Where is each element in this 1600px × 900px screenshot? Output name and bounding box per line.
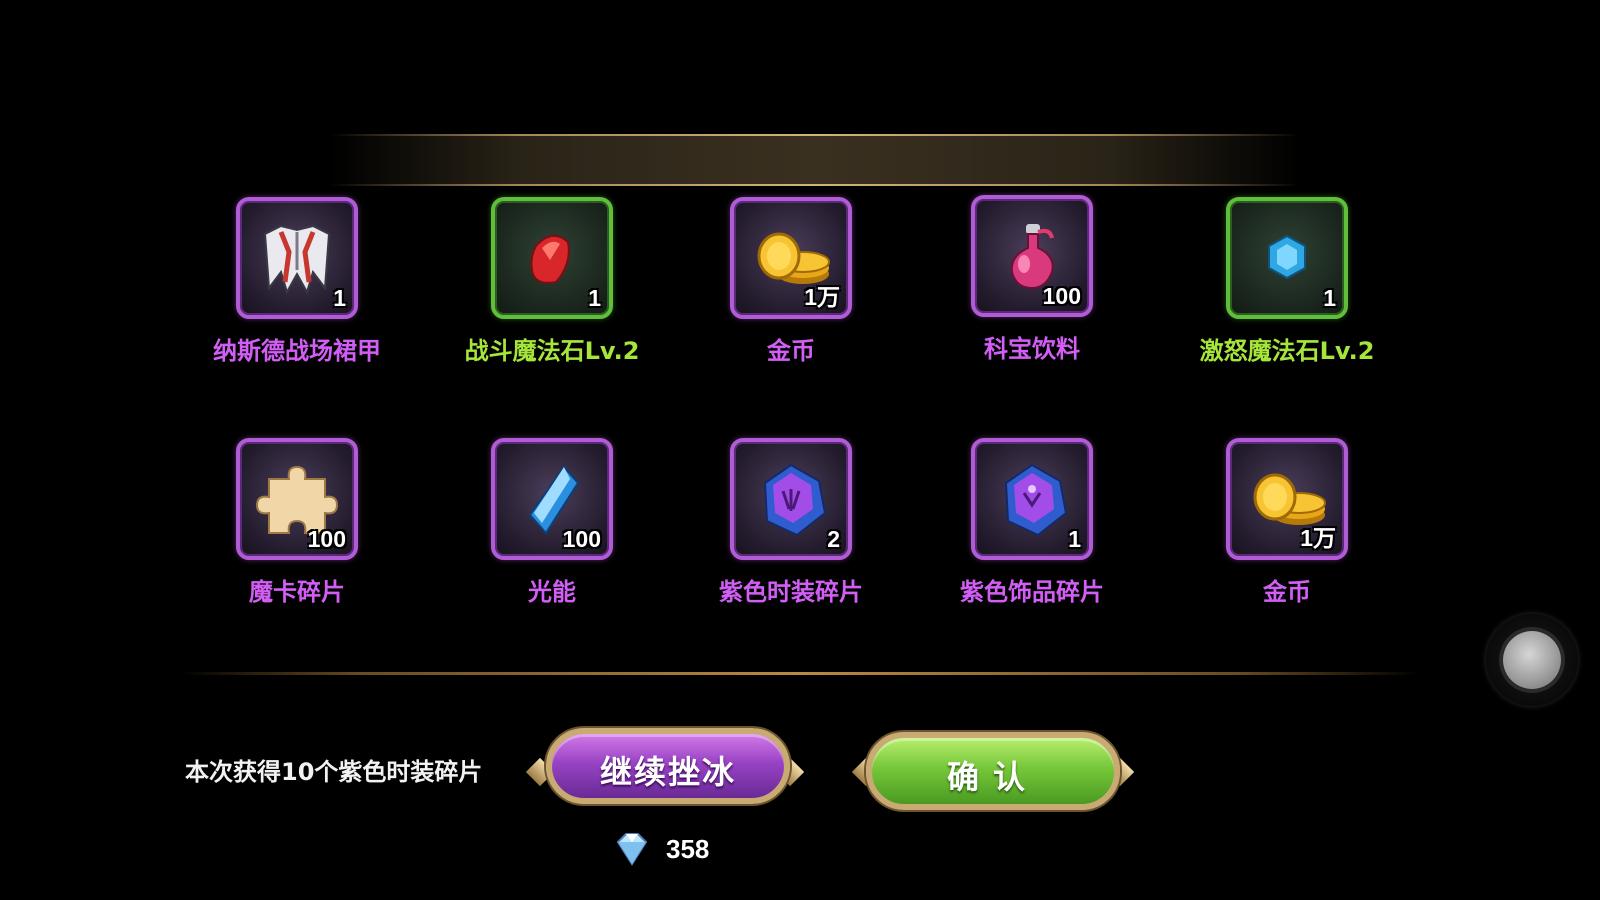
item-quantity: 1万: [1300, 525, 1336, 551]
reward-item[interactable]: 2 紫色时装碎片: [671, 438, 911, 607]
item-name: 魔卡碎片: [249, 578, 345, 606]
item-frame[interactable]: 1: [971, 438, 1093, 560]
item-frame[interactable]: 1: [236, 197, 358, 319]
reward-item[interactable]: 1 紫色饰品碎片: [912, 438, 1152, 607]
item-frame[interactable]: 1万: [1226, 438, 1348, 560]
item-quantity: 1万: [804, 284, 840, 310]
item-name: 金币: [1263, 578, 1311, 606]
item-frame[interactable]: 1: [1226, 197, 1348, 319]
reward-item[interactable]: 1万 金币: [671, 197, 911, 366]
item-name: 金币: [767, 337, 815, 365]
floating-assistive-button[interactable]: [1486, 614, 1578, 706]
item-quantity: 100: [307, 526, 346, 552]
confirm-button[interactable]: 确认: [866, 732, 1120, 810]
continue-button[interactable]: 继续挫冰: [546, 728, 790, 804]
item-quantity: 100: [562, 526, 601, 552]
reward-item[interactable]: 1 战斗魔法石Lv.2: [432, 197, 672, 366]
item-name: 紫色饰品碎片: [960, 578, 1104, 606]
reward-item[interactable]: 1 激怒魔法石Lv.2: [1167, 197, 1407, 366]
item-frame[interactable]: 100: [236, 438, 358, 560]
item-frame[interactable]: 1: [491, 197, 613, 319]
item-frame[interactable]: 2: [730, 438, 852, 560]
item-quantity: 1: [333, 285, 346, 311]
reward-hint-text: 本次获得10个紫色时装碎片: [185, 758, 483, 786]
divider: [180, 672, 1420, 675]
item-quantity: 2: [827, 526, 840, 552]
item-name: 激怒魔法石Lv.2: [1199, 337, 1375, 365]
accessory-shard-icon: [1004, 463, 1068, 537]
item-quantity: 1: [1323, 285, 1336, 311]
reward-item[interactable]: 100 光能: [432, 438, 672, 607]
cost-amount: 358: [666, 833, 710, 864]
item-quantity: 1: [1068, 526, 1081, 552]
item-frame[interactable]: 100: [491, 438, 613, 560]
costume-shard-icon: [763, 463, 827, 537]
item-quantity: 100: [1042, 283, 1081, 309]
item-quantity: 1: [588, 285, 601, 311]
red-gem-icon: [530, 235, 570, 284]
item-name: 纳斯德战场裙甲: [213, 337, 381, 365]
item-name: 光能: [528, 578, 576, 606]
armor-skirt-icon: [263, 224, 331, 295]
item-name: 紫色时装碎片: [719, 578, 863, 606]
item-name: 战斗魔法石Lv.2: [464, 337, 640, 365]
reward-item[interactable]: 100 魔卡碎片: [177, 438, 417, 607]
item-frame[interactable]: 100: [971, 195, 1093, 317]
reward-item[interactable]: 1万 金币: [1167, 438, 1407, 607]
reward-item[interactable]: 1 纳斯德战场裙甲: [177, 197, 417, 366]
diamond-icon: [616, 833, 648, 866]
continue-cost: 358: [612, 832, 709, 866]
item-frame[interactable]: 1万: [730, 197, 852, 319]
reward-item[interactable]: 100 科宝饮料: [912, 195, 1152, 364]
blue-gem-icon: [1268, 234, 1306, 280]
item-name: 科宝饮料: [984, 335, 1080, 363]
